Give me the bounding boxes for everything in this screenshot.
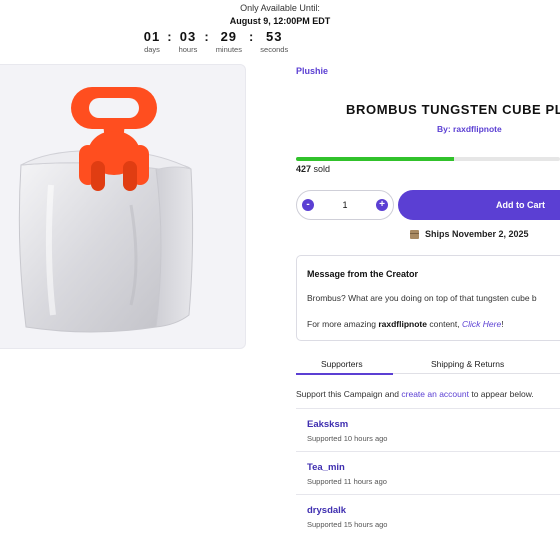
info-tabs: Supporters Shipping & Returns — [296, 354, 560, 375]
supporter-time: Supported 11 hours ago — [307, 477, 387, 486]
quantity-stepper[interactable]: - 1 + — [296, 190, 394, 220]
countdown-minutes-label: minutes — [215, 45, 242, 54]
creator-message-title: Message from the Creator — [307, 269, 419, 279]
sold-suffix: sold — [313, 164, 331, 174]
decrease-quantity-button[interactable]: - — [302, 199, 314, 211]
countdown-separator: : — [167, 29, 172, 44]
more-creator-name: raxdflipnote — [378, 319, 427, 329]
more-prefix: For more amazing — [307, 319, 376, 329]
sales-progress-bar — [296, 157, 560, 161]
product-title: BROMBUS TUNGSTEN CUBE PLU — [346, 102, 560, 117]
add-to-cart-label: Add to Cart — [496, 200, 545, 210]
category-link[interactable]: Plushie — [296, 66, 328, 76]
sales-progress-fill — [296, 157, 455, 161]
package-icon — [410, 229, 419, 239]
countdown-hours: 03 hours — [179, 29, 198, 54]
click-here-link[interactable]: Click Here — [462, 319, 501, 329]
creator-message-card: Message from the Creator Brombus? What a… — [296, 255, 560, 341]
sold-number: 427 — [296, 164, 312, 174]
support-note: Support this Campaign and create an acco… — [296, 389, 534, 399]
countdown-days-label: days — [144, 45, 160, 54]
support-note-suffix: to appear below. — [471, 389, 534, 399]
countdown-minutes-value: 29 — [220, 29, 238, 44]
more-suffix: ! — [501, 319, 504, 329]
add-to-cart-button[interactable]: Add to Cart — [398, 190, 560, 220]
countdown-separator: : — [248, 29, 254, 44]
availability-date: August 9, 12:00PM EDT — [229, 16, 331, 26]
countdown-timer: 01 days : 03 hours : 29 minutes : 53 sec… — [0, 29, 432, 54]
ship-date: Ships November 2, 2025 — [410, 229, 529, 239]
tab-shipping-returns[interactable]: Shipping & Returns — [431, 359, 504, 369]
supporter-name[interactable]: Eaksksm — [307, 419, 348, 430]
more-middle: content, — [429, 319, 460, 329]
creator-message-more: For more amazing raxdflipnote content, C… — [307, 319, 504, 329]
countdown-days-value: 01 — [143, 29, 161, 44]
countdown-hours-label: hours — [178, 45, 198, 54]
support-note-prefix: Support this Campaign and — [296, 389, 400, 399]
supporters-list: Eaksksm Supported 10 hours ago Tea_min S… — [296, 408, 560, 537]
countdown-seconds-label: seconds — [260, 45, 289, 54]
tab-supporters[interactable]: Supporters — [321, 359, 363, 369]
supporter-time: Supported 15 hours ago — [307, 520, 388, 529]
countdown-days: 01 days — [144, 29, 160, 54]
list-item: drysdalk Supported 15 hours ago — [296, 494, 560, 537]
countdown-seconds: 53 seconds — [260, 29, 288, 54]
countdown-hours-value: 03 — [179, 29, 197, 44]
creator-message-body: Brombus? What are you doing on top of th… — [307, 293, 537, 303]
supporter-name[interactable]: Tea_min — [307, 462, 345, 473]
list-item: Eaksksm Supported 10 hours ago — [296, 408, 560, 451]
countdown-seconds-value: 53 — [266, 29, 283, 44]
supporter-time: Supported 10 hours ago — [307, 434, 388, 443]
list-item: Tea_min Supported 11 hours ago — [296, 451, 560, 494]
supporter-name[interactable]: drysdalk — [307, 505, 346, 516]
countdown-separator: : — [204, 29, 209, 44]
active-tab-indicator — [296, 373, 393, 375]
ship-date-text: Ships November 2, 2025 — [425, 229, 529, 239]
product-image[interactable] — [0, 64, 246, 349]
creator-link[interactable]: By: raxdflipnote — [437, 124, 502, 134]
countdown-minutes: 29 minutes — [216, 29, 242, 54]
increase-quantity-button[interactable]: + — [375, 199, 388, 211]
create-account-link[interactable]: create an account — [401, 389, 469, 399]
plush-cube-illustration — [18, 87, 194, 333]
availability-label: Only Available Until: — [240, 3, 320, 13]
sold-count: 427 sold — [296, 164, 330, 174]
quantity-value[interactable]: 1 — [342, 200, 347, 210]
